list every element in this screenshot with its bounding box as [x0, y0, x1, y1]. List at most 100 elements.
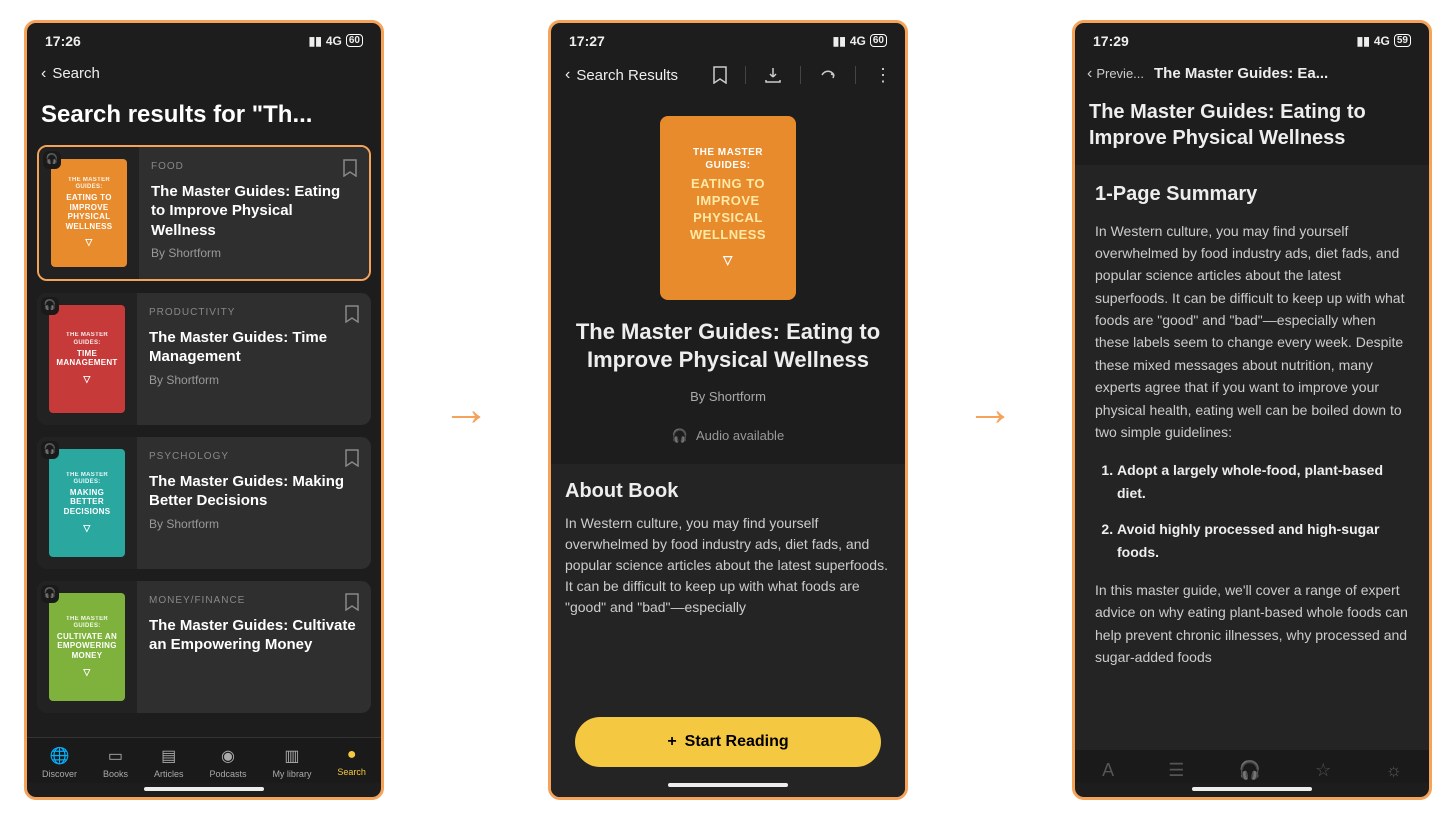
- about-heading: About Book: [565, 480, 891, 503]
- nav-search[interactable]: ●Search: [337, 746, 366, 779]
- network-label: 4G: [1374, 34, 1390, 48]
- card-body: PSYCHOLOGY The Master Guides: Making Bet…: [137, 437, 371, 569]
- bookmark-icon[interactable]: [345, 593, 359, 611]
- bottom-nav: 🌐Discover ▭Books ▤Articles ◉Podcasts ▥My…: [27, 737, 381, 783]
- search-icon: ●: [347, 746, 357, 764]
- globe-icon: 🌐: [50, 746, 70, 766]
- list-item: Avoid highly processed and high-sugar fo…: [1117, 518, 1409, 563]
- cover-area: 🎧 THE MASTER GUIDES: MAKING BETTER DECIS…: [37, 437, 137, 569]
- reader-header: ‹ Previe... The Master Guides: Ea...: [1075, 55, 1429, 93]
- download-icon[interactable]: [764, 66, 782, 84]
- book-cover-large: THE MASTER GUIDES: EATING TO IMPROVE PHY…: [660, 116, 796, 300]
- summary-heading: 1-Page Summary: [1095, 183, 1409, 206]
- page-title: Search results for "Th...: [27, 93, 381, 145]
- bookmark-icon[interactable]: [713, 66, 727, 84]
- status-right: ▮▮ 4G 59: [1357, 34, 1411, 48]
- divider: [855, 66, 856, 84]
- signal-icon: ▮▮: [833, 34, 846, 48]
- nav-library[interactable]: ▥My library: [272, 746, 311, 779]
- headphones-icon[interactable]: 🎧: [1239, 760, 1261, 781]
- nav-row: ‹ Search Results ⋮: [551, 55, 905, 96]
- result-author: By Shortform: [149, 373, 359, 387]
- category-label: MONEY/FINANCE: [149, 595, 359, 606]
- status-bar: 17:26 ▮▮ 4G 60: [27, 23, 381, 55]
- result-card[interactable]: 🎧 THE MASTER GUIDES: CULTIVATE AN EMPOWE…: [37, 581, 371, 713]
- about-text: In Western culture, you may find yoursel…: [565, 513, 891, 618]
- article-title: The Master Guides: Eating to Improve Phy…: [1075, 93, 1429, 165]
- chevron-left-icon: ‹: [41, 65, 46, 83]
- status-bar: 17:29 ▮▮ 4G 59: [1075, 23, 1429, 55]
- library-icon: ▥: [284, 746, 299, 766]
- flow-arrow-icon: →: [442, 382, 490, 437]
- status-right: ▮▮ 4G 60: [309, 34, 363, 48]
- reader-screen: 17:29 ▮▮ 4G 59 ‹ Previe... The Master Gu…: [1072, 20, 1432, 800]
- back-button[interactable]: ‹ Search: [41, 65, 100, 83]
- reader-toolbar: A ☰ 🎧 ☆ ☼: [1075, 750, 1429, 783]
- book-author: By Shortform: [551, 389, 905, 404]
- result-author: By Shortform: [149, 517, 359, 531]
- category-label: PSYCHOLOGY: [149, 451, 359, 462]
- signal-icon: ▮▮: [309, 34, 322, 48]
- paragraph: In this master guide, we'll cover a rang…: [1095, 579, 1409, 669]
- headphones-icon: 🎧: [41, 585, 59, 603]
- article-icon: ▤: [161, 746, 176, 766]
- battery-indicator: 60: [346, 34, 363, 47]
- home-indicator: [144, 787, 264, 791]
- result-title: The Master Guides: Eating to Improve Phy…: [151, 182, 357, 241]
- result-card[interactable]: 🎧 THE MASTER GUIDES: EATING TO IMPROVE P…: [37, 145, 371, 281]
- card-body: PRODUCTIVITY The Master Guides: Time Man…: [137, 293, 371, 425]
- cover-area: 🎧 THE MASTER GUIDES: CULTIVATE AN EMPOWE…: [37, 581, 137, 713]
- back-button[interactable]: ‹ Search Results: [565, 66, 678, 84]
- card-body: MONEY/FINANCE The Master Guides: Cultiva…: [137, 581, 371, 713]
- contents-icon[interactable]: ☰: [1168, 760, 1184, 781]
- headphones-icon: 🎧: [43, 151, 61, 169]
- article-body[interactable]: 1-Page Summary In Western culture, you m…: [1075, 165, 1429, 750]
- search-results-screen: 17:26 ▮▮ 4G 60 ‹ Search Search results f…: [24, 20, 384, 800]
- nav-discover[interactable]: 🌐Discover: [42, 746, 77, 779]
- nav-podcasts[interactable]: ◉Podcasts: [209, 746, 246, 779]
- book-cover: THE MASTER GUIDES: TIME MANAGEMENT ▽: [49, 305, 125, 413]
- book-icon: ▭: [108, 746, 123, 766]
- results-list: 🎧 THE MASTER GUIDES: EATING TO IMPROVE P…: [27, 145, 381, 737]
- status-time: 17:27: [569, 33, 605, 49]
- start-reading-button[interactable]: + Start Reading: [575, 717, 881, 767]
- cover-area: 🎧 THE MASTER GUIDES: TIME MANAGEMENT ▽: [37, 293, 137, 425]
- bookmark-icon[interactable]: [345, 305, 359, 323]
- action-icons: ⋮: [713, 65, 891, 86]
- brightness-icon[interactable]: ☼: [1385, 760, 1402, 781]
- book-cover: THE MASTER GUIDES: CULTIVATE AN EMPOWERI…: [49, 593, 125, 701]
- nav-books[interactable]: ▭Books: [103, 746, 128, 779]
- font-icon[interactable]: A: [1102, 760, 1114, 781]
- category-label: PRODUCTIVITY: [149, 307, 359, 318]
- divider: [745, 66, 746, 84]
- chevron-left-icon: ‹: [1087, 65, 1092, 83]
- category-label: FOOD: [151, 161, 357, 172]
- divider: [800, 66, 801, 84]
- nav-row: ‹ Search: [27, 55, 381, 93]
- headphones-icon: 🎧: [672, 428, 688, 444]
- back-button[interactable]: ‹ Previe...: [1087, 65, 1144, 83]
- home-indicator: [668, 783, 788, 787]
- share-icon[interactable]: [819, 66, 837, 84]
- result-author: By Shortform: [151, 246, 357, 260]
- list-item: Adopt a largely whole-food, plant-based …: [1117, 459, 1409, 504]
- star-icon[interactable]: ☆: [1315, 760, 1331, 781]
- podcast-icon: ◉: [221, 746, 235, 766]
- result-title: The Master Guides: Making Better Decisio…: [149, 472, 359, 511]
- bookmark-icon[interactable]: [345, 449, 359, 467]
- result-card[interactable]: 🎧 THE MASTER GUIDES: MAKING BETTER DECIS…: [37, 437, 371, 569]
- fade-overlay: [1075, 690, 1429, 750]
- chevron-left-icon: ‹: [565, 66, 570, 84]
- result-card[interactable]: 🎧 THE MASTER GUIDES: TIME MANAGEMENT ▽ P…: [37, 293, 371, 425]
- nav-articles[interactable]: ▤Articles: [154, 746, 184, 779]
- header-title: The Master Guides: Ea...: [1154, 65, 1328, 82]
- status-right: ▮▮ 4G 60: [833, 34, 887, 48]
- network-label: 4G: [850, 34, 866, 48]
- book-title: The Master Guides: Eating to Improve Phy…: [551, 318, 905, 375]
- bookmark-icon[interactable]: [343, 159, 357, 177]
- book-detail-screen: 17:27 ▮▮ 4G 60 ‹ Search Results ⋮: [548, 20, 908, 800]
- card-body: FOOD The Master Guides: Eating to Improv…: [139, 147, 369, 279]
- detail-body: THE MASTER GUIDES: EATING TO IMPROVE PHY…: [551, 96, 905, 797]
- more-icon[interactable]: ⋮: [874, 65, 891, 86]
- status-time: 17:26: [45, 33, 81, 49]
